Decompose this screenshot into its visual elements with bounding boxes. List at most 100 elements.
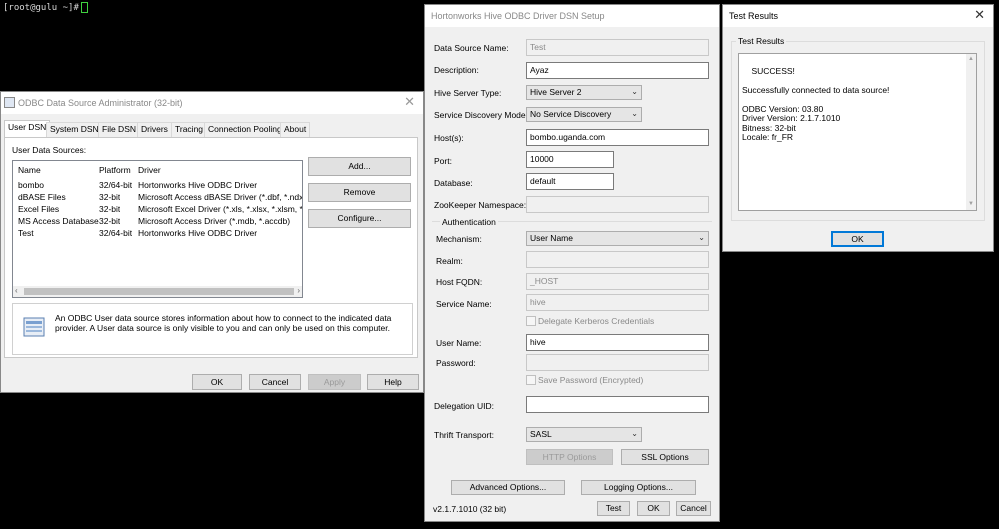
hive-setup-titlebar[interactable]: Hortonworks Hive ODBC Driver DSN Setup bbox=[425, 5, 719, 27]
chevron-down-icon: ⌄ bbox=[698, 233, 705, 242]
scrollbar-thumb[interactable] bbox=[24, 288, 294, 295]
column-header-driver[interactable]: Driver bbox=[138, 164, 161, 176]
user-name-field[interactable]: hive bbox=[526, 334, 709, 351]
cancel-button[interactable]: Cancel bbox=[249, 374, 301, 390]
ok-button[interactable]: OK bbox=[831, 231, 884, 247]
ok-button[interactable]: OK bbox=[637, 501, 670, 516]
odbc-admin-titlebar[interactable]: ODBC Data Source Administrator (32-bit) … bbox=[1, 92, 423, 114]
service-discovery-mode-label: Service Discovery Mode: bbox=[434, 110, 529, 120]
add-button[interactable]: Add... bbox=[308, 157, 411, 176]
column-header-name[interactable]: Name bbox=[18, 164, 41, 176]
save-password-checkbox[interactable] bbox=[526, 375, 536, 385]
configure-button[interactable]: Configure... bbox=[308, 209, 411, 228]
close-icon[interactable]: ✕ bbox=[974, 8, 985, 22]
scroll-down-icon[interactable]: ▼ bbox=[968, 200, 974, 210]
zookeeper-namespace-label: ZooKeeper Namespace: bbox=[434, 200, 527, 210]
tab-user-dsn[interactable]: User DSN bbox=[4, 120, 51, 137]
chevron-down-icon: ⌄ bbox=[631, 87, 638, 96]
dsn-listview[interactable]: Name Platform Driver bombo 32/64-bit Hor… bbox=[12, 160, 303, 298]
table-row[interactable]: dBASE Files 32-bit Microsoft Access dBAS… bbox=[13, 191, 302, 203]
vertical-scrollbar[interactable]: ▲ ▼ bbox=[966, 54, 976, 210]
password-field[interactable] bbox=[526, 354, 709, 371]
terminal-cursor bbox=[80, 2, 88, 13]
user-dsn-panel: User Data Sources: Name Platform Driver … bbox=[4, 137, 418, 358]
table-row[interactable]: Test 32/64-bit Hortonworks Hive ODBC Dri… bbox=[13, 227, 302, 239]
row-name: Test bbox=[18, 228, 34, 238]
mechanism-label: Mechanism: bbox=[436, 234, 482, 244]
host-fqdn-field[interactable]: _HOST bbox=[526, 273, 709, 290]
tab-system-dsn[interactable]: System DSN bbox=[46, 122, 103, 137]
advanced-options-button[interactable]: Advanced Options... bbox=[451, 480, 565, 495]
tab-tracing[interactable]: Tracing bbox=[171, 122, 208, 137]
tab-connection-pooling[interactable]: Connection Pooling bbox=[204, 122, 286, 137]
delegate-kerberos-label: Delegate Kerberos Credentials bbox=[538, 316, 655, 326]
http-options-button[interactable]: HTTP Options bbox=[526, 449, 613, 465]
hive-server-type-label: Hive Server Type: bbox=[434, 88, 502, 98]
table-row[interactable]: MS Access Database 32-bit Microsoft Acce… bbox=[13, 215, 302, 227]
row-name: bombo bbox=[18, 180, 44, 190]
row-platform: 32/64-bit bbox=[99, 228, 133, 238]
cancel-button[interactable]: Cancel bbox=[676, 501, 711, 516]
hive-server-type-value: Hive Server 2 bbox=[530, 87, 582, 97]
row-driver: Hortonworks Hive ODBC Driver bbox=[138, 228, 258, 238]
hosts-label: Host(s): bbox=[434, 133, 464, 143]
scroll-up-icon[interactable]: ▲ bbox=[968, 55, 974, 65]
scroll-left-icon[interactable]: ‹ bbox=[15, 286, 18, 295]
table-row[interactable]: Excel Files 32-bit Microsoft Excel Drive… bbox=[13, 203, 302, 215]
ok-button[interactable]: OK bbox=[192, 374, 242, 390]
hive-server-type-select[interactable]: Hive Server 2 ⌄ bbox=[526, 85, 642, 100]
column-header-platform[interactable]: Platform bbox=[99, 164, 131, 176]
database-info-icon bbox=[23, 317, 45, 337]
chevron-down-icon: ⌄ bbox=[631, 109, 638, 118]
save-password-label: Save Password (Encrypted) bbox=[538, 375, 644, 385]
hosts-field[interactable]: bombo.uganda.com bbox=[526, 129, 709, 146]
logging-options-button[interactable]: Logging Options... bbox=[581, 480, 696, 495]
odbc-app-icon bbox=[4, 97, 15, 108]
listview-header: Name Platform Driver bbox=[13, 164, 302, 176]
test-results-output: SUCCESS! Successfully connected to data … bbox=[742, 65, 890, 142]
service-discovery-mode-select[interactable]: No Service Discovery ⌄ bbox=[526, 107, 642, 122]
row-platform: 32-bit bbox=[99, 192, 121, 202]
remove-button[interactable]: Remove bbox=[308, 183, 411, 202]
row-platform: 32-bit bbox=[99, 204, 121, 214]
terminal-prompt-line: [root@gulu ~]# bbox=[0, 0, 420, 20]
host-fqdn-label: Host FQDN: bbox=[436, 277, 483, 287]
delegate-kerberos-checkbox[interactable] bbox=[526, 316, 536, 326]
database-field[interactable]: default bbox=[526, 173, 614, 190]
info-box: An ODBC User data source stores informat… bbox=[12, 303, 413, 355]
delegation-uid-field[interactable] bbox=[526, 396, 709, 413]
mechanism-select[interactable]: User Name ⌄ bbox=[526, 231, 709, 246]
ssl-options-button[interactable]: SSL Options bbox=[621, 449, 709, 465]
test-results-titlebar[interactable]: Test Results ✕ bbox=[723, 5, 993, 27]
delegation-uid-label: Delegation UID: bbox=[434, 401, 495, 411]
port-label: Port: bbox=[434, 156, 452, 166]
info-text: An ODBC User data source stores informat… bbox=[55, 313, 392, 333]
test-button[interactable]: Test bbox=[597, 501, 630, 516]
port-field[interactable]: 10000 bbox=[526, 151, 614, 168]
mechanism-value: User Name bbox=[530, 233, 573, 243]
tab-file-dsn[interactable]: File DSN bbox=[98, 122, 141, 137]
test-results-window: Test Results ✕ Test Results SUCCESS! Suc… bbox=[722, 4, 994, 252]
horizontal-scrollbar[interactable]: ‹ › bbox=[13, 286, 302, 297]
close-icon[interactable]: ✕ bbox=[404, 95, 415, 109]
realm-field[interactable] bbox=[526, 251, 709, 268]
test-results-text[interactable]: SUCCESS! Successfully connected to data … bbox=[738, 53, 977, 211]
data-source-name-field[interactable]: Test bbox=[526, 39, 709, 56]
tab-drivers[interactable]: Drivers bbox=[137, 122, 172, 137]
row-name: dBASE Files bbox=[18, 192, 66, 202]
scroll-right-icon[interactable]: › bbox=[297, 286, 300, 295]
thrift-transport-label: Thrift Transport: bbox=[434, 430, 494, 440]
row-platform: 32-bit bbox=[99, 216, 121, 226]
help-button[interactable]: Help bbox=[367, 374, 419, 390]
apply-button[interactable]: Apply bbox=[308, 374, 361, 390]
service-name-field[interactable]: hive bbox=[526, 294, 709, 311]
row-driver: Microsoft Excel Driver (*.xls, *.xlsx, *… bbox=[138, 204, 303, 214]
odbc-admin-window: ODBC Data Source Administrator (32-bit) … bbox=[0, 91, 424, 393]
thrift-transport-select[interactable]: SASL ⌄ bbox=[526, 427, 642, 442]
row-driver: Microsoft Access Driver (*.mdb, *.accdb) bbox=[138, 216, 291, 226]
tab-about[interactable]: About bbox=[280, 122, 311, 137]
table-row[interactable]: bombo 32/64-bit Hortonworks Hive ODBC Dr… bbox=[13, 179, 302, 191]
zookeeper-namespace-field[interactable] bbox=[526, 196, 709, 213]
description-field[interactable]: Ayaz bbox=[526, 62, 709, 79]
data-source-name-label: Data Source Name: bbox=[434, 43, 509, 53]
